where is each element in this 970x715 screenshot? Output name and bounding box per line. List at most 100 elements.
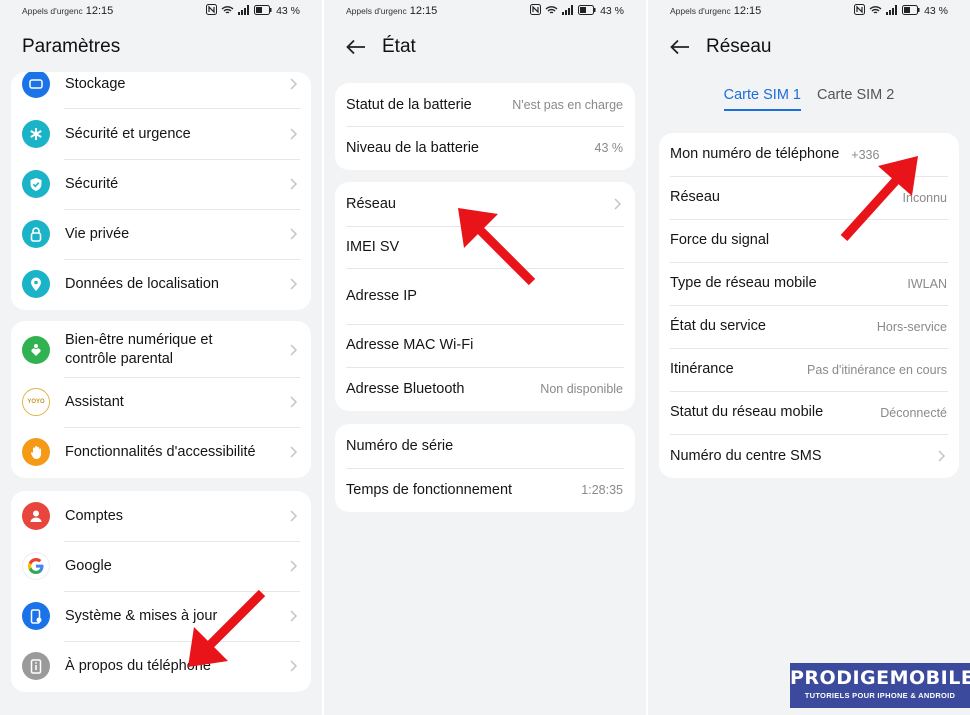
settings-item-privacy[interactable]: Vie privée	[11, 209, 311, 259]
settings-item-google[interactable]: Google	[11, 541, 311, 591]
clock: 12:15	[733, 5, 762, 17]
page-title: Réseau	[706, 36, 772, 57]
uptime-row: Temps de fonctionnement 1:28:35	[335, 468, 635, 512]
row-label: IMEI SV	[346, 238, 400, 255]
clock: 12:15	[409, 5, 438, 17]
chevron-right-icon	[289, 509, 299, 523]
wifi-icon	[545, 5, 558, 18]
row-value: 43 %	[594, 141, 624, 155]
row-label: Adresse IP	[346, 287, 417, 304]
chevron-right-icon	[289, 395, 299, 409]
page-title: Paramètres	[22, 36, 121, 57]
battery-icon	[254, 4, 272, 18]
row-label: Mon numéro de téléphone	[670, 146, 840, 162]
mobile-network-type-row: Type de réseau mobile IWLAN	[659, 262, 959, 305]
network-panel: Appels d'urgenc 12:15 43 % Réseau Carte …	[648, 0, 970, 715]
settings-item-label: Google	[65, 557, 112, 574]
settings-item-storage[interactable]: Stockage	[11, 72, 311, 104]
signal-icon	[562, 4, 574, 18]
row-value: N'est pas en charge	[512, 98, 623, 112]
sms-center-row[interactable]: Numéro du centre SMS	[659, 434, 959, 478]
location-pin-icon	[22, 270, 50, 298]
settings-item-assistant[interactable]: YOYO Assistant	[11, 377, 311, 427]
chevron-right-icon	[289, 277, 299, 291]
chevron-right-icon	[289, 609, 299, 623]
battery-percent: 43 %	[924, 5, 948, 17]
row-value: Pas d'itinérance en cours	[807, 362, 947, 377]
sim-tabs: Carte SIM 1 Carte SIM 2	[648, 87, 970, 111]
info-phone-icon	[22, 652, 50, 680]
carrier-text: Appels d'urgenc	[346, 6, 407, 16]
row-value: Hors-service	[876, 319, 947, 334]
hand-icon	[22, 438, 50, 466]
nfc-icon	[530, 4, 542, 18]
back-arrow-icon[interactable]	[346, 36, 368, 58]
storage-icon	[22, 72, 50, 98]
page-header: État	[324, 22, 646, 72]
settings-item-label: Sécurité et urgence	[65, 125, 191, 142]
settings-item-label: Sécurité	[65, 175, 119, 192]
row-label: Statut de la batterie	[346, 96, 472, 113]
settings-item-security[interactable]: Sécurité	[11, 159, 311, 209]
row-label: Adresse MAC Wi-Fi	[346, 337, 474, 353]
nfc-icon	[854, 4, 866, 18]
red-arrow-phone-number	[840, 156, 918, 242]
chevron-right-icon	[289, 559, 299, 573]
row-value: IWLAN	[907, 276, 947, 291]
device-group: Numéro de série Temps de fonctionnement …	[335, 424, 635, 512]
nfc-icon	[206, 4, 218, 18]
settings-item-label: Bien-être numérique et contrôle parental	[65, 331, 213, 367]
chevron-right-icon	[937, 449, 947, 463]
battery-percent: 43 %	[276, 5, 300, 17]
settings-item-label: Comptes	[65, 507, 124, 524]
tab-sim-1[interactable]: Carte SIM 1	[723, 87, 801, 111]
asterisk-icon	[22, 120, 50, 148]
settings-item-location[interactable]: Données de localisation	[11, 259, 311, 309]
settings-item-security-emergency[interactable]: Sécurité et urgence	[11, 109, 311, 159]
settings-item-label: Données de localisation	[65, 275, 219, 292]
row-label: Réseau	[346, 195, 396, 212]
battery-status-row: Statut de la batterie N'est pas en charg…	[335, 83, 635, 127]
battery-percent: 43 %	[600, 5, 624, 17]
person-icon	[22, 502, 50, 530]
tab-sim-2[interactable]: Carte SIM 2	[817, 87, 894, 111]
row-value: Non disponible	[540, 382, 623, 396]
chevron-right-icon	[289, 445, 299, 459]
battery-icon	[902, 4, 920, 18]
google-icon	[22, 552, 50, 580]
page-header: Réseau	[648, 22, 970, 72]
prodigemobile-logo: PRODIGEMOBILE TUTORIELS POUR IPHONE & AN…	[790, 663, 970, 708]
serial-number-row: Numéro de série	[335, 424, 635, 468]
settings-group-wellbeing: Bien-être numérique et contrôle parental…	[11, 321, 311, 478]
chevron-right-icon	[289, 343, 299, 357]
settings-item-accounts[interactable]: Comptes	[11, 491, 311, 541]
signal-icon	[886, 4, 898, 18]
row-label: Itinérance	[670, 361, 734, 377]
wifi-mac-row: Adresse MAC Wi-Fi	[335, 324, 635, 367]
settings-item-accessibility[interactable]: Fonctionnalités d'accessibilité	[11, 427, 311, 477]
status-bar: Appels d'urgenc 12:15 43 %	[648, 0, 970, 22]
mobile-network-status-row: Statut du réseau mobile Déconnecté	[659, 391, 959, 434]
row-label: Réseau	[670, 189, 720, 205]
settings-item-label: Fonctionnalités d'accessibilité	[65, 443, 256, 460]
settings-item-digital-wellbeing[interactable]: Bien-être numérique et contrôle parental	[11, 321, 311, 378]
status-panel: Appels d'urgenc 12:15 43 % État Statut d…	[324, 0, 646, 715]
settings-item-label: Stockage	[65, 75, 126, 92]
row-label: Type de réseau mobile	[670, 275, 817, 291]
chevron-right-icon	[289, 77, 299, 91]
roaming-row: Itinérance Pas d'itinérance en cours	[659, 348, 959, 391]
row-label: Adresse Bluetooth	[346, 380, 465, 397]
back-arrow-icon[interactable]	[670, 36, 692, 58]
bluetooth-address-row: Adresse Bluetooth Non disponible	[335, 367, 635, 411]
assistant-icon: YOYO	[22, 388, 50, 416]
clock: 12:15	[85, 5, 114, 17]
chevron-right-icon	[289, 659, 299, 673]
wifi-icon	[869, 5, 882, 18]
settings-item-label: Assistant	[65, 393, 124, 410]
row-label: Numéro de série	[346, 437, 454, 454]
phone-settings-icon	[22, 602, 50, 630]
row-label: Statut du réseau mobile	[670, 404, 824, 420]
chevron-right-icon	[289, 127, 299, 141]
row-label: Niveau de la batterie	[346, 139, 479, 156]
heart-person-icon	[22, 335, 50, 364]
